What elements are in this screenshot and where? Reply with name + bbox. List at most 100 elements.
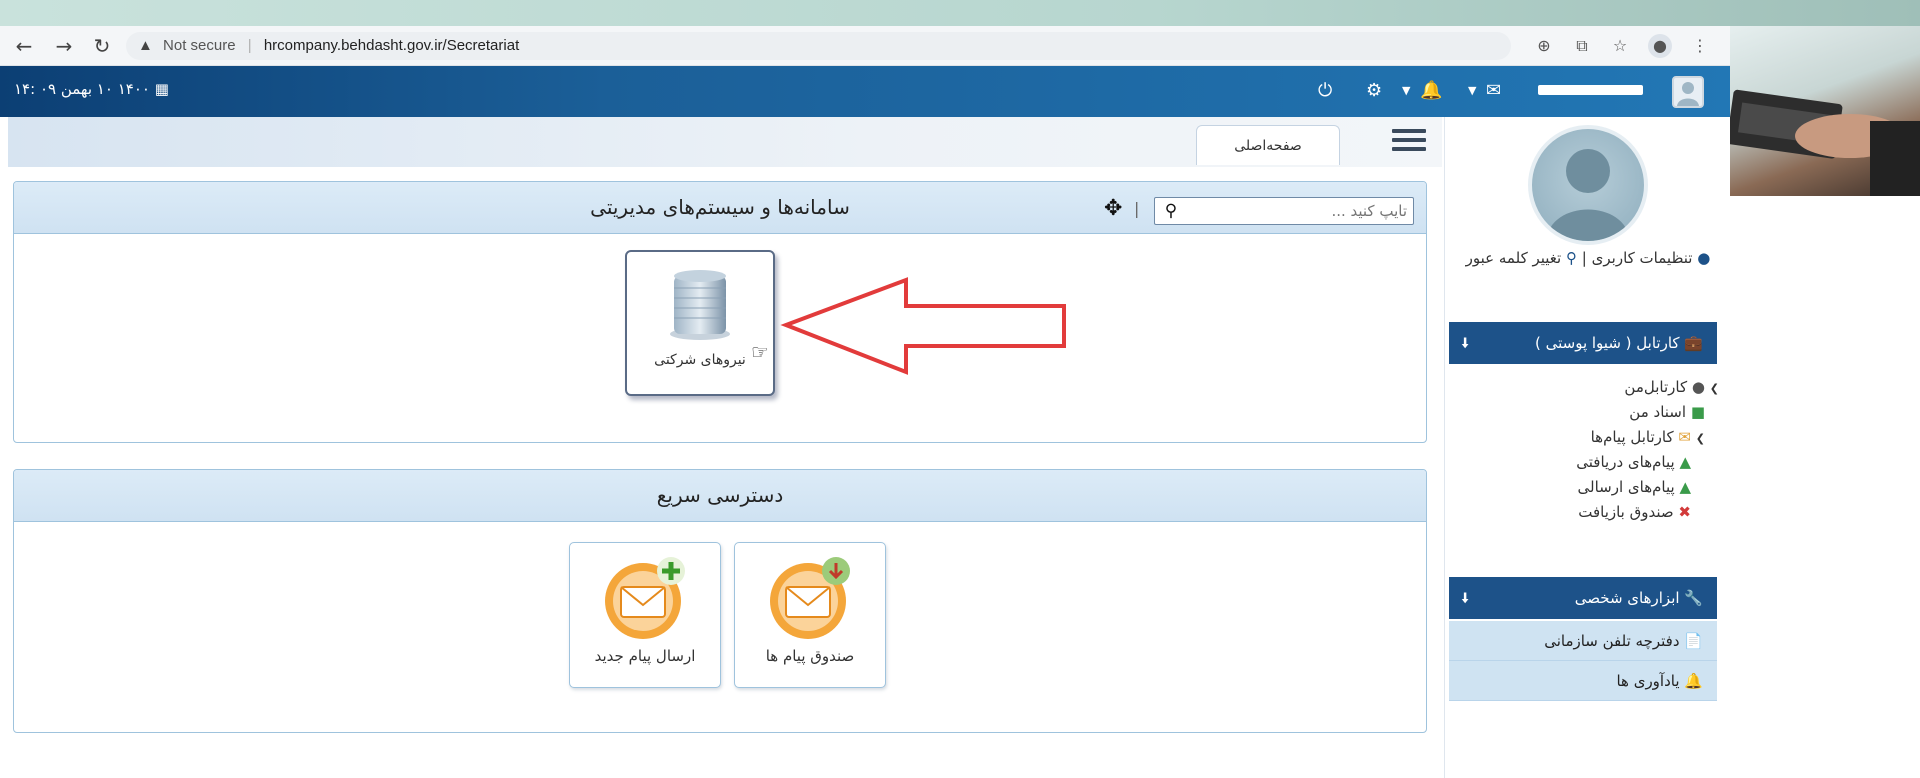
cartable-tree: ❯ ● کارتابل‌من ■ اسناد من ❯ ✉ کارتابل پی… bbox=[1457, 375, 1719, 525]
envelope-icon: ✉ bbox=[1678, 428, 1691, 446]
arrow-down-icon: 🠫 bbox=[1461, 334, 1470, 352]
delete-icon: ✖ bbox=[1678, 503, 1691, 521]
document-icon: ■ bbox=[1690, 403, 1705, 421]
arrow-left-icon[interactable]: ← bbox=[12, 34, 36, 58]
chevron-down-icon[interactable]: ▼ bbox=[1402, 78, 1410, 104]
datetime-text: ۱۴۰۰ ۱۰ بهمن ۰۹ :۱۴ bbox=[14, 80, 150, 98]
chevron-down-icon[interactable]: ▼ bbox=[1468, 78, 1476, 104]
quick-access-title: دسترسی سریع bbox=[656, 483, 784, 507]
search-icon[interactable]: ⚲ bbox=[1159, 200, 1183, 222]
tree-item-received[interactable]: ▲ پیام‌های دریافتی bbox=[1457, 450, 1719, 475]
url-text: hrcompany.behdasht.gov.ir/Secretariat bbox=[263, 37, 520, 54]
star-icon[interactable]: ☆ bbox=[1608, 34, 1632, 58]
app-header: ▦ ۱۴۰۰ ۱۰ بهمن ۰۹ :۱۴ ⏻ ⚙ ▼ 🔔 ▼ ✉ bbox=[0, 66, 1730, 117]
tool-label: یادآوری ها bbox=[1616, 672, 1680, 690]
app-tile-company-staff[interactable]: نیروهای شرکتی ☞ bbox=[625, 250, 775, 396]
key-icon: ⚲ bbox=[1566, 249, 1578, 267]
share-icon[interactable]: ⧉ bbox=[1570, 34, 1594, 58]
warning-icon: ▲ bbox=[138, 37, 153, 54]
tab-strip: صفحه‌اصلی bbox=[8, 117, 1442, 167]
quick-access-header: دسترسی سریع bbox=[14, 470, 1426, 522]
change-password-link[interactable]: تغییر کلمه عبور bbox=[1466, 249, 1562, 267]
username-redacted bbox=[1538, 85, 1643, 95]
tools-panel-header[interactable]: 🔧 ابزارهای شخصی 🠫 bbox=[1449, 577, 1717, 619]
right-sidebar: ● تنظیمات کاربری | ⚲ تغییر کلمه عبور 💼 ک… bbox=[1444, 117, 1730, 778]
envelope-icon[interactable]: ✉ bbox=[1486, 78, 1501, 104]
tool-label: دفترچه تلفن سازمانی bbox=[1544, 632, 1680, 650]
user-settings-link[interactable]: تنظیمات کاربری bbox=[1592, 249, 1693, 267]
systems-section: سامانه‌ها و سیستم‌های مدیریتی ⚲ | ✥ bbox=[13, 181, 1427, 443]
tree-item-sent[interactable]: ▲ پیام‌های ارسالی bbox=[1457, 475, 1719, 500]
tree-item-trash[interactable]: ✖ صندوق بازیافت bbox=[1457, 500, 1719, 525]
keyboard-hands-image bbox=[1730, 89, 1920, 196]
user-icon: ● bbox=[1691, 378, 1705, 396]
user-silhouette-icon bbox=[1677, 82, 1699, 106]
links-separator: | bbox=[1581, 249, 1587, 267]
inbox-mail-icon bbox=[770, 557, 850, 639]
tree-item-label: اسناد من bbox=[1629, 403, 1687, 421]
url-separator: | bbox=[247, 37, 252, 54]
top-strip bbox=[0, 0, 1920, 26]
menu-dots-icon[interactable]: ⋮ bbox=[1688, 34, 1712, 58]
arrow-down-icon: 🠫 bbox=[1461, 589, 1470, 607]
tree-item-label: صندوق بازیافت bbox=[1578, 503, 1674, 521]
tree-item-label: کارتابل پیام‌ها bbox=[1590, 428, 1674, 446]
address-bar[interactable]: ▲ Not secure | hrcompany.behdasht.gov.ir… bbox=[126, 32, 1511, 60]
bell-icon[interactable]: 🔔 bbox=[1420, 78, 1442, 104]
profile-icon[interactable]: ● bbox=[1648, 34, 1672, 58]
power-icon[interactable]: ⏻ bbox=[1318, 78, 1332, 104]
decorative-photo bbox=[1730, 26, 1920, 196]
hand-cursor-icon: ☞ bbox=[751, 340, 769, 364]
tool-phonebook[interactable]: 📄 دفترچه تلفن سازمانی bbox=[1449, 621, 1717, 661]
outbox-icon: ▲ bbox=[1679, 478, 1691, 496]
browser-toolbar: ← → ↻ ▲ Not secure | hrcompany.behdasht.… bbox=[0, 26, 1730, 66]
tool-reminders[interactable]: 🔔 یادآوری ها bbox=[1449, 661, 1717, 701]
tree-item-my-docs[interactable]: ■ اسناد من bbox=[1457, 400, 1719, 425]
tree-item-label: کارتابل‌من bbox=[1624, 378, 1688, 396]
wrench-icon: 🔧 bbox=[1684, 589, 1703, 607]
datetime-display: ▦ ۱۴۰۰ ۱۰ بهمن ۰۹ :۱۴ bbox=[14, 80, 169, 98]
inbox-icon: ▲ bbox=[1679, 453, 1691, 471]
tools-title: ابزارهای شخصی bbox=[1574, 589, 1680, 607]
user-links: ● تنظیمات کاربری | ⚲ تغییر کلمه عبور bbox=[1455, 245, 1721, 271]
cartable-title: کارتابل ( شیوا پوستی ) bbox=[1534, 334, 1680, 352]
tools-list: 📄 دفترچه تلفن سازمانی 🔔 یادآوری ها bbox=[1449, 621, 1717, 701]
chevron-down-icon: ❯ bbox=[1695, 432, 1705, 445]
calendar-icon: ▦ bbox=[154, 80, 169, 98]
reload-icon[interactable]: ↻ bbox=[90, 34, 114, 58]
search-input[interactable] bbox=[1197, 198, 1407, 224]
security-status: Not secure bbox=[163, 37, 236, 54]
separator: | bbox=[1134, 199, 1140, 218]
new-mail-icon bbox=[605, 557, 685, 639]
systems-title: سامانه‌ها و سیستم‌های مدیریتی bbox=[590, 195, 850, 219]
quick-tile-label: ارسال پیام جدید bbox=[594, 647, 696, 665]
tree-item-my-cartable[interactable]: ❯ ● کارتابل‌من bbox=[1457, 375, 1719, 400]
briefcase-icon: 💼 bbox=[1684, 334, 1703, 352]
arrow-right-icon[interactable]: → bbox=[52, 34, 76, 58]
quick-access-section: دسترسی سریع صندوق پیام ها ارسال پیام جدی… bbox=[13, 469, 1427, 733]
tab-home[interactable]: صفحه‌اصلی bbox=[1196, 125, 1340, 165]
profile-picture bbox=[1528, 125, 1648, 245]
building-icon bbox=[670, 270, 730, 340]
user-icon: ● bbox=[1697, 249, 1711, 267]
move-arrows-icon[interactable]: ✥ bbox=[1104, 194, 1122, 224]
annotation-arrow bbox=[780, 277, 1066, 375]
quick-tile-label: صندوق پیام ها bbox=[765, 647, 855, 665]
bell-icon: 🔔 bbox=[1684, 672, 1703, 690]
tree-item-label: پیام‌های دریافتی bbox=[1576, 453, 1675, 471]
chevron-down-icon: ❯ bbox=[1709, 382, 1719, 395]
cartable-panel-header[interactable]: 💼 کارتابل ( شیوا پوستی ) 🠫 bbox=[1449, 322, 1717, 364]
quick-tile-new-message[interactable]: ارسال پیام جدید bbox=[569, 542, 721, 688]
tree-item-message-cartable[interactable]: ❯ ✉ کارتابل پیام‌ها bbox=[1457, 425, 1719, 450]
hamburger-menu-icon[interactable] bbox=[1392, 129, 1426, 157]
avatar[interactable] bbox=[1672, 76, 1704, 108]
main-area: صفحه‌اصلی سامانه‌ها و سیستم‌های مدیریتی … bbox=[0, 117, 1444, 778]
zoom-icon[interactable]: ⊕ bbox=[1532, 34, 1556, 58]
quick-tile-inbox[interactable]: صندوق پیام ها bbox=[734, 542, 886, 688]
systems-section-header: سامانه‌ها و سیستم‌های مدیریتی ⚲ | ✥ bbox=[14, 182, 1426, 234]
gear-icon[interactable]: ⚙ bbox=[1366, 78, 1382, 104]
document-icon: 📄 bbox=[1684, 632, 1703, 650]
tree-item-label: پیام‌های ارسالی bbox=[1577, 478, 1675, 496]
user-silhouette-icon bbox=[1546, 149, 1630, 241]
search-box: ⚲ bbox=[1154, 197, 1414, 225]
